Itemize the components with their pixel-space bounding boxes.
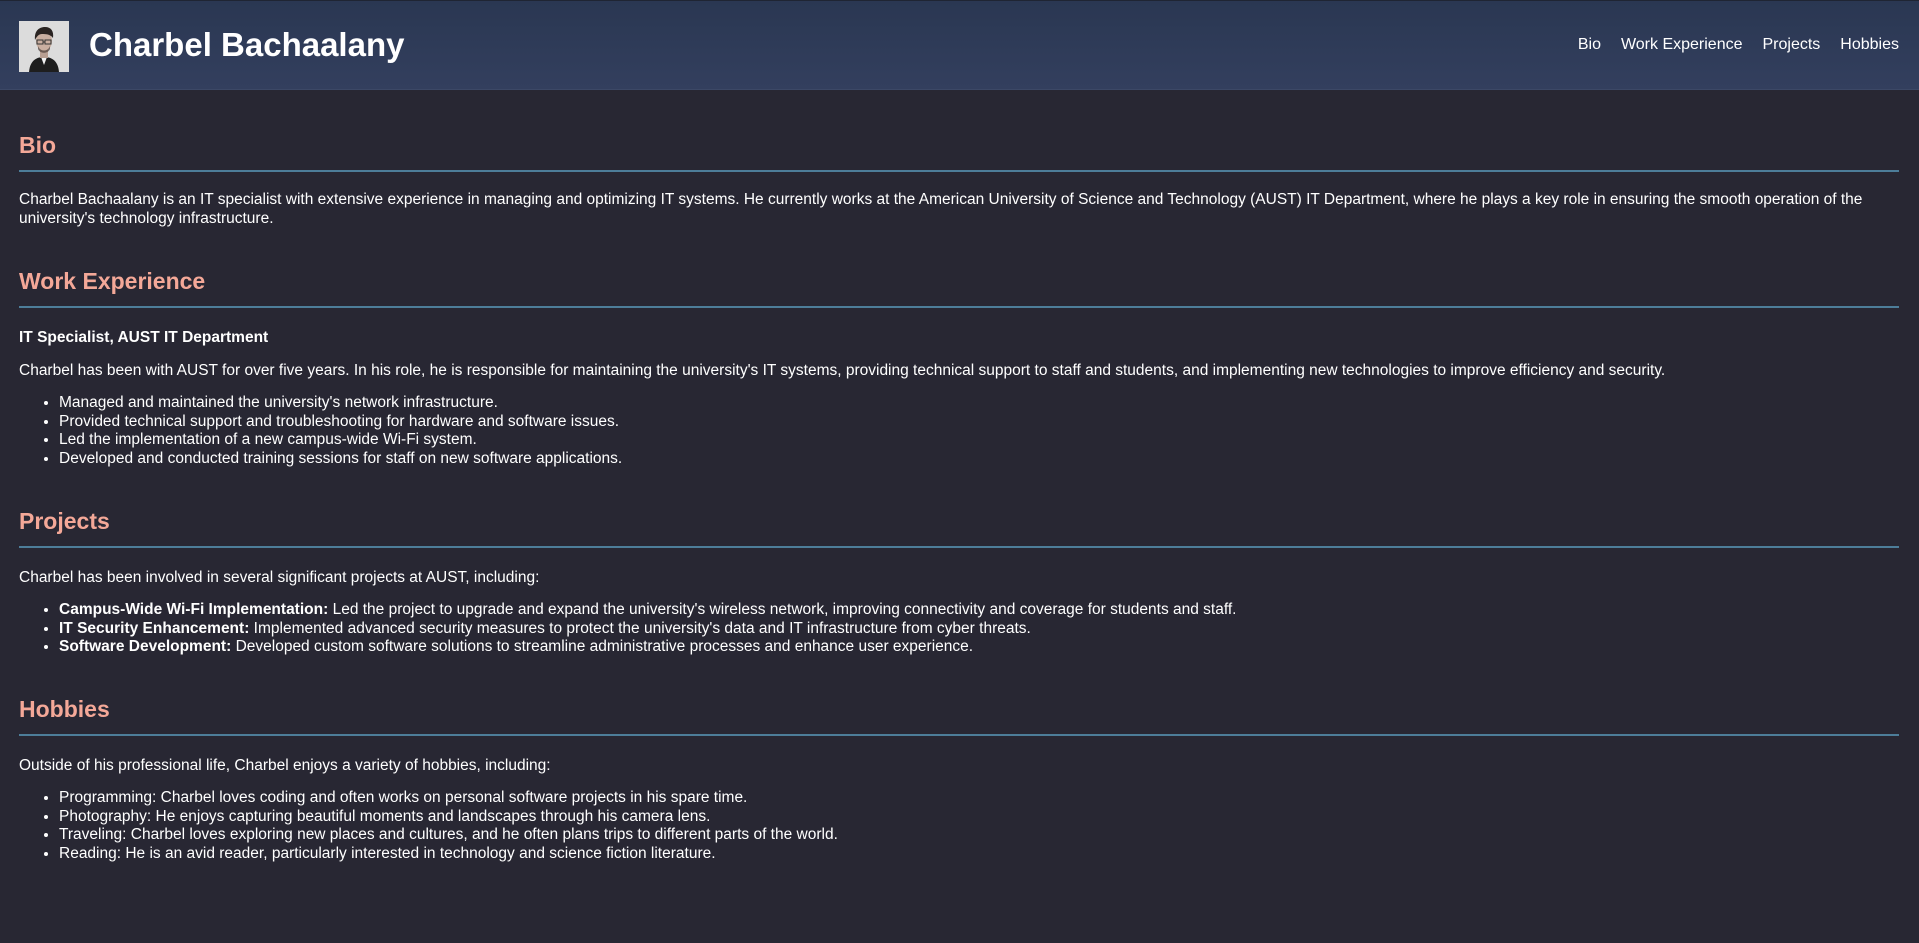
list-item: Developed and conducted training session… bbox=[59, 450, 1899, 469]
nav-link-projects[interactable]: Projects bbox=[1763, 35, 1821, 55]
project-description: Implemented advanced security measures t… bbox=[249, 619, 1031, 637]
list-item: Led the implementation of a new campus-w… bbox=[59, 431, 1899, 450]
project-name: Campus-Wide Wi-Fi Implementation: bbox=[59, 601, 329, 618]
list-item: Managed and maintained the university's … bbox=[59, 394, 1899, 413]
list-item: Software Development: Developed custom s… bbox=[59, 638, 1899, 657]
bio-section: Bio Charbel Bachaalany is an IT speciali… bbox=[19, 130, 1899, 228]
projects-intro: Charbel has been involved in several sig… bbox=[19, 569, 540, 586]
projects-section: Projects Charbel has been involved in se… bbox=[19, 506, 1899, 657]
projects-list: Campus-Wide Wi-Fi Implementation: Led th… bbox=[19, 601, 1899, 657]
site-header: Charbel Bachaalany Bio Work Experience P… bbox=[0, 0, 1919, 90]
hobbies-section: Hobbies Outside of his professional life… bbox=[19, 694, 1899, 863]
work-experience-section: Work Experience IT Specialist, AUST IT D… bbox=[19, 266, 1899, 468]
main-nav: Bio Work Experience Projects Hobbies bbox=[1578, 35, 1899, 55]
job-title: IT Specialist, AUST IT Department bbox=[19, 329, 269, 346]
work-achievements-list: Managed and maintained the university's … bbox=[19, 394, 1899, 468]
list-item: IT Security Enhancement: Implemented adv… bbox=[59, 620, 1899, 639]
nav-link-hobbies[interactable]: Hobbies bbox=[1840, 35, 1899, 55]
project-name: IT Security Enhancement: bbox=[59, 619, 250, 637]
nav-link-bio[interactable]: Bio bbox=[1578, 35, 1601, 55]
list-item: Photography: He enjoys capturing beautif… bbox=[59, 808, 1899, 827]
site-title: Charbel Bachaalany bbox=[89, 26, 405, 63]
nav-link-work-experience[interactable]: Work Experience bbox=[1621, 35, 1743, 55]
hobbies-list: Programming: Charbel loves coding and of… bbox=[19, 789, 1899, 863]
work-experience-heading: Work Experience bbox=[19, 266, 1899, 308]
list-item: Provided technical support and troublesh… bbox=[59, 413, 1899, 432]
list-item: Programming: Charbel loves coding and of… bbox=[59, 789, 1899, 808]
job-description: Charbel has been with AUST for over five… bbox=[19, 362, 1666, 379]
bio-text: Charbel Bachaalany is an IT specialist w… bbox=[19, 191, 1863, 227]
project-name: Software Development: bbox=[59, 638, 232, 655]
profile-photo bbox=[19, 21, 69, 72]
projects-heading: Projects bbox=[19, 506, 1899, 548]
list-item: Reading: He is an avid reader, particula… bbox=[59, 845, 1899, 864]
list-item: Traveling: Charbel loves exploring new p… bbox=[59, 826, 1899, 845]
list-item: Campus-Wide Wi-Fi Implementation: Led th… bbox=[59, 601, 1899, 620]
project-description: Led the project to upgrade and expand th… bbox=[328, 601, 1237, 618]
bio-heading: Bio bbox=[19, 130, 1899, 172]
hobbies-intro: Outside of his professional life, Charbe… bbox=[19, 757, 551, 774]
hobbies-heading: Hobbies bbox=[19, 694, 1899, 736]
project-description: Developed custom software solutions to s… bbox=[231, 638, 974, 655]
